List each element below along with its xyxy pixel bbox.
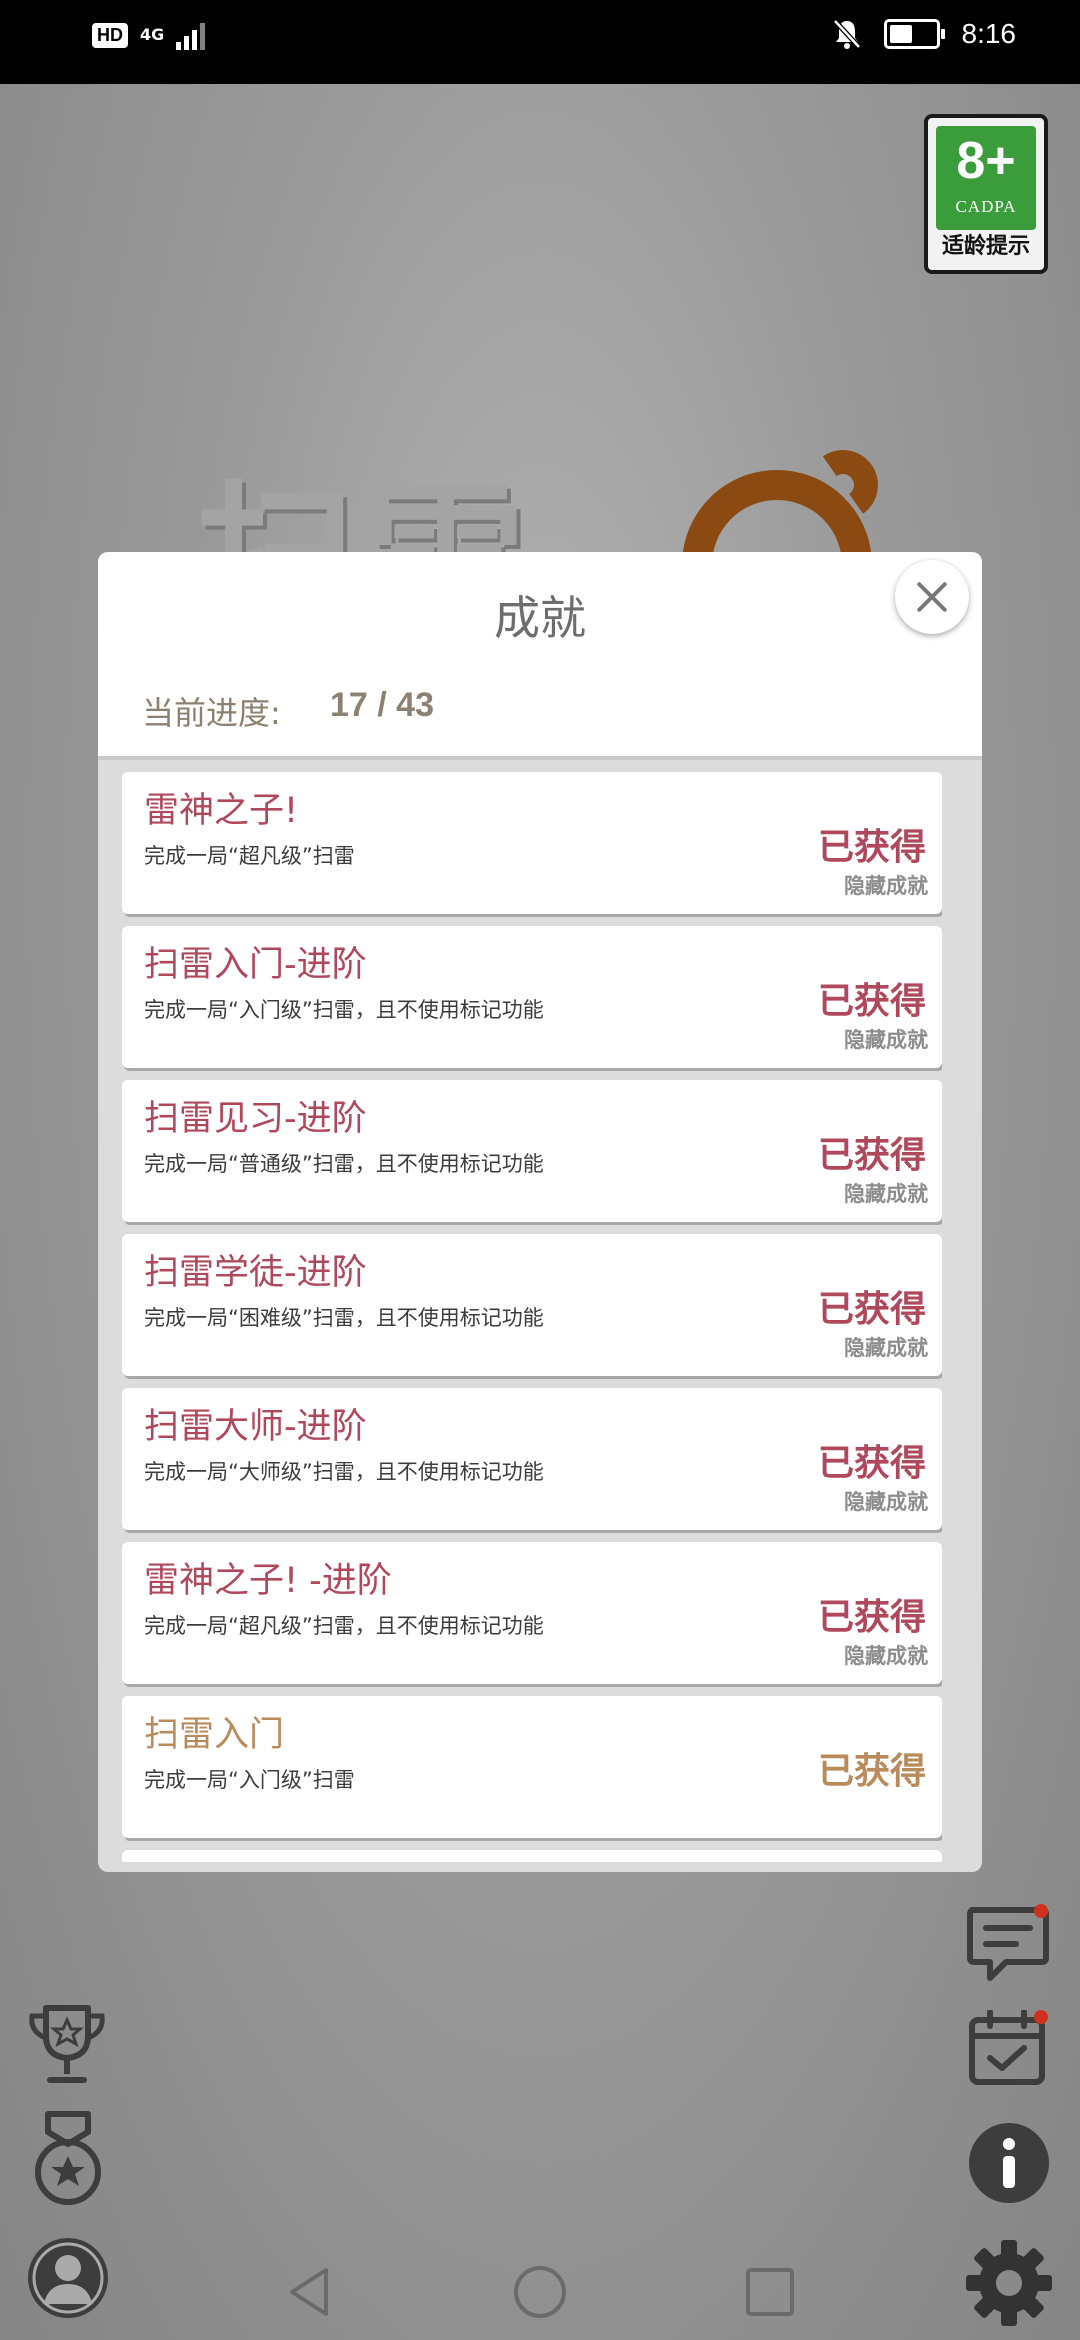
achievement-title: 扫雷入门 [144, 1715, 285, 1755]
achievement-status: 已获得 [817, 1751, 926, 1792]
home-nav-button[interactable] [512, 2264, 568, 2324]
progress-label: 当前进度: [142, 694, 281, 732]
chat-icon[interactable] [966, 1904, 1050, 1988]
hidden-achievement-label: 隐藏成就 [844, 874, 928, 898]
clock: 8:16 [961, 18, 1017, 49]
achievement-title: 扫雷学徒-进阶 [144, 1253, 367, 1293]
achievement-card-partial[interactable] [122, 1850, 942, 1862]
signal-icon [176, 20, 206, 50]
hd-indicator: HD [92, 22, 128, 48]
achievement-status: 已获得 [817, 827, 926, 868]
achievement-title: 雷神之子! -进阶 [144, 1561, 392, 1601]
achievement-desc: 完成一局“超凡级”扫雷 [144, 844, 355, 868]
recents-nav-button[interactable] [744, 2266, 796, 2322]
age-rating-badge[interactable]: 8+ CADPA 适龄提示 [924, 114, 1048, 274]
notification-dot [1034, 1904, 1048, 1918]
achievement-status: 已获得 [817, 981, 926, 1022]
achievement-card[interactable]: 扫雷大师-进阶 完成一局“大师级”扫雷，且不使用标记功能 已获得 隐藏成就 [122, 1388, 942, 1530]
mute-bell-icon [832, 19, 861, 49]
hidden-achievement-label: 隐藏成就 [844, 1182, 928, 1206]
dialog-title: 成就 [494, 591, 586, 645]
achievement-desc: 完成一局“超凡级”扫雷，且不使用标记功能 [144, 1614, 544, 1638]
hidden-achievement-label: 隐藏成就 [844, 1490, 928, 1514]
achievement-card[interactable]: 雷神之子! -进阶 完成一局“超凡级”扫雷，且不使用标记功能 已获得 隐藏成就 [122, 1542, 942, 1684]
hidden-achievement-label: 隐藏成就 [844, 1336, 928, 1360]
battery-icon [883, 19, 945, 49]
user-profile-icon[interactable] [24, 2234, 112, 2326]
achievement-desc: 完成一局“入门级”扫雷 [144, 1768, 355, 1792]
achievement-card[interactable]: 雷神之子! 完成一局“超凡级”扫雷 已获得 隐藏成就 [122, 772, 942, 914]
gear-icon[interactable] [964, 2238, 1054, 2332]
achievement-title: 雷神之子! [144, 791, 299, 831]
achievement-status: 已获得 [817, 1597, 926, 1638]
achievement-title: 扫雷见习-进阶 [144, 1099, 367, 1139]
achievement-status: 已获得 [817, 1443, 926, 1484]
notification-dot [1034, 2010, 1048, 2024]
network-type: 4G [140, 25, 165, 44]
status-bar: HD 4G 8:16 [0, 0, 1080, 84]
age-rating-value: 8+ [956, 132, 1016, 190]
hidden-achievement-label: 隐藏成就 [844, 1028, 928, 1052]
achievement-card[interactable]: 扫雷入门-进阶 完成一局“入门级”扫雷，且不使用标记功能 已获得 隐藏成就 [122, 926, 942, 1068]
close-button[interactable] [895, 560, 969, 634]
achievement-status: 已获得 [817, 1289, 926, 1330]
back-nav-button[interactable] [286, 2266, 334, 2322]
hidden-achievement-label: 隐藏成就 [844, 1644, 928, 1668]
achievement-desc: 完成一局“大师级”扫雷，且不使用标记功能 [144, 1460, 544, 1484]
info-icon[interactable] [966, 2120, 1052, 2210]
progress-value: 17 / 43 [330, 686, 434, 724]
achievement-desc: 完成一局“入门级”扫雷，且不使用标记功能 [144, 998, 544, 1022]
achievement-desc: 完成一局“普通级”扫雷，且不使用标记功能 [144, 1152, 544, 1176]
achievement-title: 扫雷入门-进阶 [144, 945, 367, 985]
calendar-check-icon[interactable] [966, 2009, 1050, 2092]
dialog-header: 成就 当前进度: 17 / 43 [98, 552, 982, 756]
achievements-dialog: 成就 当前进度: 17 / 43 雷神之子! 完成一局“超凡级”扫雷 已获得 隐… [98, 552, 982, 1872]
achievement-card[interactable]: 扫雷入门 完成一局“入门级”扫雷 已获得 [122, 1696, 942, 1838]
rating-label: 适龄提示 [941, 234, 1030, 259]
achievement-card[interactable]: 扫雷见习-进阶 完成一局“普通级”扫雷，且不使用标记功能 已获得 隐藏成就 [122, 1080, 942, 1222]
achievement-list[interactable]: 雷神之子! 完成一局“超凡级”扫雷 已获得 隐藏成就 扫雷入门-进阶 完成一局“… [122, 772, 942, 1862]
achievement-title: 扫雷大师-进阶 [144, 1407, 367, 1447]
rating-org: CADPA [955, 197, 1017, 216]
achievement-card[interactable]: 扫雷学徒-进阶 完成一局“困难级”扫雷，且不使用标记功能 已获得 隐藏成就 [122, 1234, 942, 1376]
trophy-icon[interactable] [26, 2002, 108, 2092]
achievement-desc: 完成一局“困难级”扫雷，且不使用标记功能 [144, 1306, 544, 1330]
medal-icon[interactable] [30, 2110, 106, 2210]
achievement-status: 已获得 [817, 1135, 926, 1176]
